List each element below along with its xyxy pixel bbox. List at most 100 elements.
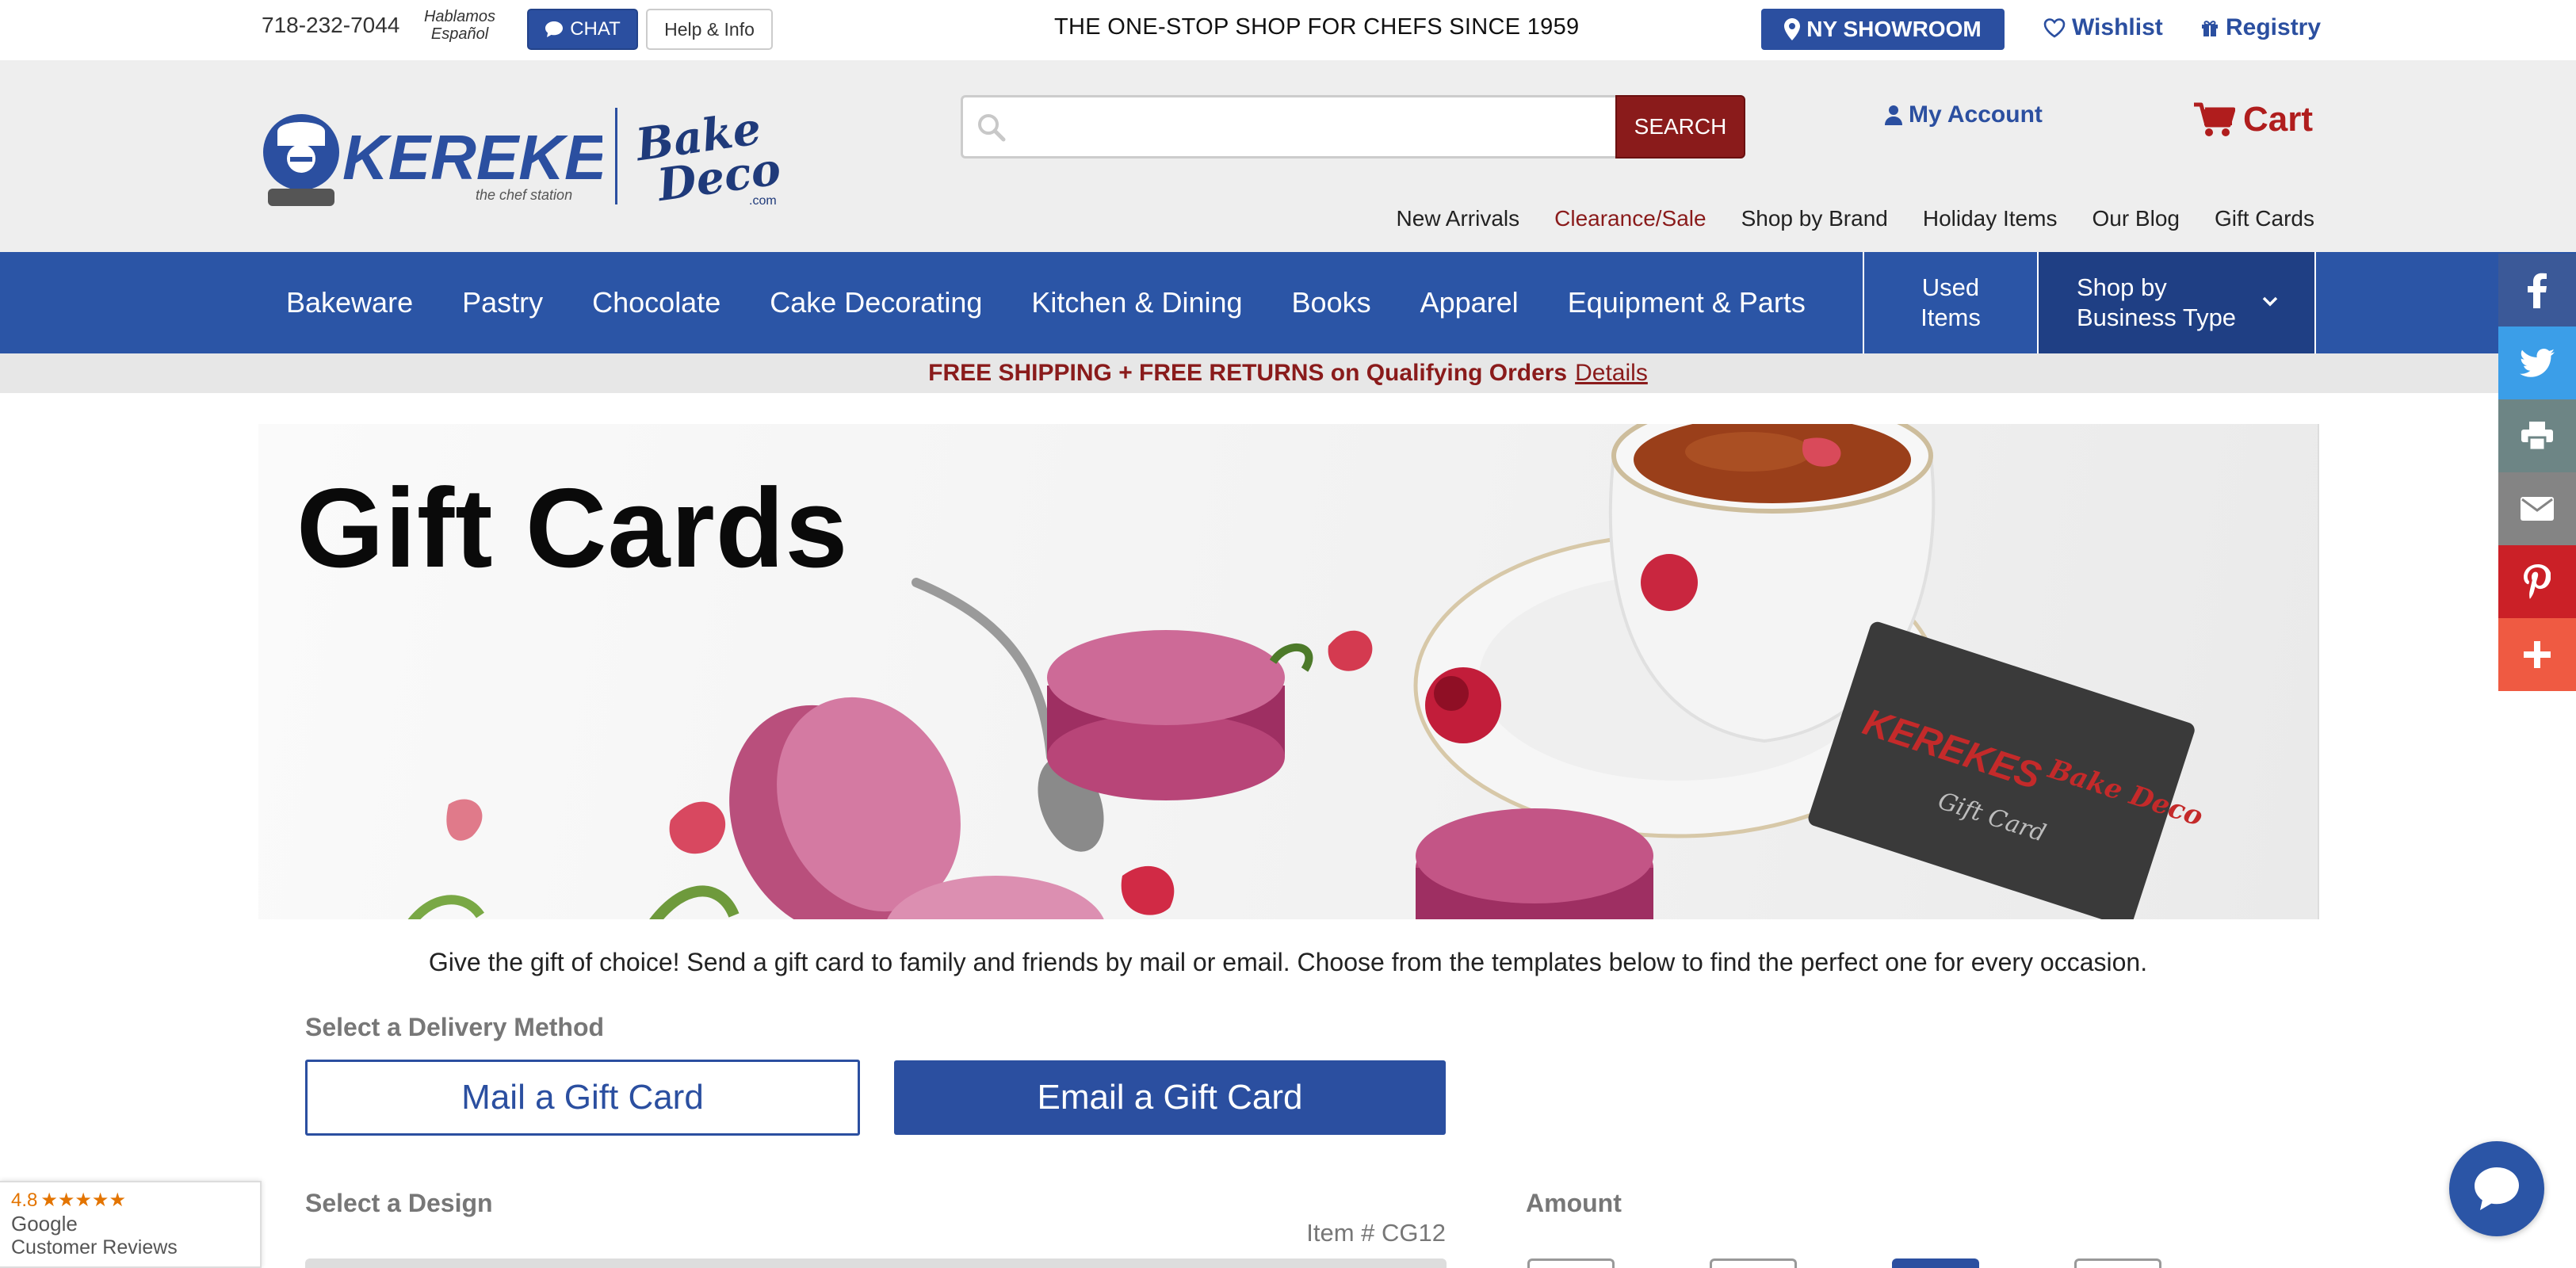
delivery-method-label: Select a Delivery Method [305,1013,605,1041]
page: 718-232-7044 Hablamos Español CHAT Help … [0,0,2576,1268]
bytype-line2: Business Type [2077,304,2237,331]
plus-icon [2524,641,2551,668]
amount-option[interactable] [1527,1258,1615,1268]
subnav-clearance-sale[interactable]: Clearance/Sale [1554,206,1706,231]
wishlist-label: Wishlist [2072,14,2163,40]
print-button[interactable] [2498,399,2576,472]
logo-divider [615,108,617,204]
nav-shop-by-business-type[interactable]: Shop by Business Type [2037,252,2316,353]
nav-cake-decorating[interactable]: Cake Decorating [745,286,1007,319]
twitter-share-button[interactable] [2498,327,2576,399]
live-chat-button[interactable] [2449,1141,2544,1236]
review-provider: Google [11,1212,78,1236]
email-share-button[interactable] [2498,472,2576,545]
hablamos-espanol: Hablamos Español [420,8,499,43]
item-number: Item # CG12 [1306,1219,1446,1247]
tagline: THE ONE-STOP SHOP FOR CHEFS SINCE 1959 [1054,14,1580,40]
chat-button[interactable]: CHAT [527,9,638,50]
subnav-holiday-items[interactable]: Holiday Items [1923,206,2058,231]
hero-banner: KEREKES Bake Deco Gift Card Gift Cards [258,424,2319,919]
search-button[interactable]: SEARCH [1615,95,1745,158]
chat-label: CHAT [570,18,621,40]
gift-card-image: KEREKES Bake Deco Gift Card [1808,621,2207,919]
nav-books[interactable]: Books [1267,286,1396,319]
registry-link[interactable]: Registry [2200,14,2321,41]
google-reviews-badge[interactable]: 4.8 ★★★★★ Google Customer Reviews [0,1181,262,1268]
ny-showroom-button[interactable]: NY SHOWROOM [1761,9,2005,50]
email-gift-card-button[interactable]: Email a Gift Card [894,1060,1446,1135]
my-account-link[interactable]: My Account [1885,101,2043,128]
kerekes-wordmark: KEREKES [342,122,602,193]
review-score: 4.8 [11,1189,38,1211]
account-label: My Account [1909,101,2043,128]
amount-label: Amount [1526,1189,1622,1217]
macaron-center [1047,630,1285,800]
social-share-bar [2498,254,2576,691]
facebook-icon [2528,273,2547,308]
intro-text: Give the gift of choice! Send a gift car… [428,948,2148,976]
top-bar: 718-232-7044 Hablamos Español CHAT Help … [0,0,2576,60]
amount-option[interactable] [2074,1258,2161,1268]
bytype-line1: Shop by [2077,273,2167,301]
gift-icon [2202,21,2218,36]
chat-icon [545,21,564,37]
user-icon [1885,105,1902,125]
cart-icon [2194,102,2235,136]
star-rating-icon: ★★★★★ [40,1190,126,1211]
cart-link[interactable]: Cart [2194,100,2313,139]
facebook-share-button[interactable] [2498,254,2576,327]
select-design-label: Select a Design [305,1189,493,1217]
page-title: Gift Cards [296,465,849,591]
bakedeco-sub: .com [749,194,777,208]
twitter-icon [2520,349,2555,377]
print-icon [2521,422,2553,450]
main-nav: Bakeware Pastry Chocolate Cake Decoratin… [0,252,2576,353]
macaron-bottom [1416,808,1653,919]
secondary-nav: New Arrivals Clearance/Sale Shop by Bran… [1397,206,2314,231]
pinterest-share-button[interactable] [2498,545,2576,618]
phone-number[interactable]: 718-232-7044 [262,13,399,38]
design-preview[interactable] [305,1258,1447,1268]
search-box [961,95,1619,158]
amount-option[interactable] [1710,1258,1797,1268]
subnav-gift-cards[interactable]: Gift Cards [2215,206,2314,231]
nav-pastry[interactable]: Pastry [438,286,568,319]
more-share-button[interactable] [2498,618,2576,691]
nav-apparel[interactable]: Apparel [1396,286,1543,319]
subnav-shop-by-brand[interactable]: Shop by Brand [1741,206,1888,231]
kerekes-logo[interactable]: KEREKES the chef station [262,106,602,209]
review-rating: 4.8 ★★★★★ [11,1189,260,1212]
subnav-our-blog[interactable]: Our Blog [2092,206,2180,231]
search-input[interactable] [1019,102,1605,153]
nav-bakeware[interactable]: Bakeware [262,286,438,319]
promo-details-link[interactable]: Details [1575,360,1648,387]
cart-label: Cart [2243,100,2314,139]
wishlist-link[interactable]: Wishlist [2043,14,2163,41]
promo-bar: FREE SHIPPING + FREE RETURNS on Qualifyi… [0,353,2576,393]
subnav-new-arrivals[interactable]: New Arrivals [1397,206,1520,231]
bakedeco-logo[interactable]: Bake Deco .com [630,105,797,208]
hablamos-line: Hablamos [423,8,496,25]
map-pin-icon [1784,18,1801,40]
showroom-label: NY SHOWROOM [1806,17,1982,41]
pinterest-icon [2524,564,2551,599]
nav-used-items[interactable]: Used Items [1863,252,2037,353]
nav-equipment-parts[interactable]: Equipment & Parts [1543,286,1830,319]
site-header: KEREKES the chef station Bake Deco .com … [0,60,2576,252]
heart-icon [2043,18,2066,38]
used-line2: Items [1921,304,1981,331]
kerekes-sub: the chef station [476,187,572,203]
help-info-button[interactable]: Help & Info [646,9,773,50]
search-icon [978,114,1006,142]
used-line1: Used [1921,273,1980,301]
chat-bubble-icon [2475,1167,2519,1210]
nav-kitchen-dining[interactable]: Kitchen & Dining [1007,286,1267,319]
mail-gift-card-button[interactable]: Mail a Gift Card [305,1060,860,1136]
email-icon [2521,497,2554,521]
chevron-down-icon [2262,296,2278,307]
promo-text: FREE SHIPPING + FREE RETURNS on Qualifyi… [928,360,1568,386]
amount-option-selected[interactable] [1892,1258,1979,1268]
review-label: Customer Reviews [11,1236,178,1258]
nav-chocolate[interactable]: Chocolate [568,286,745,319]
espanol-line: Español [430,25,489,43]
